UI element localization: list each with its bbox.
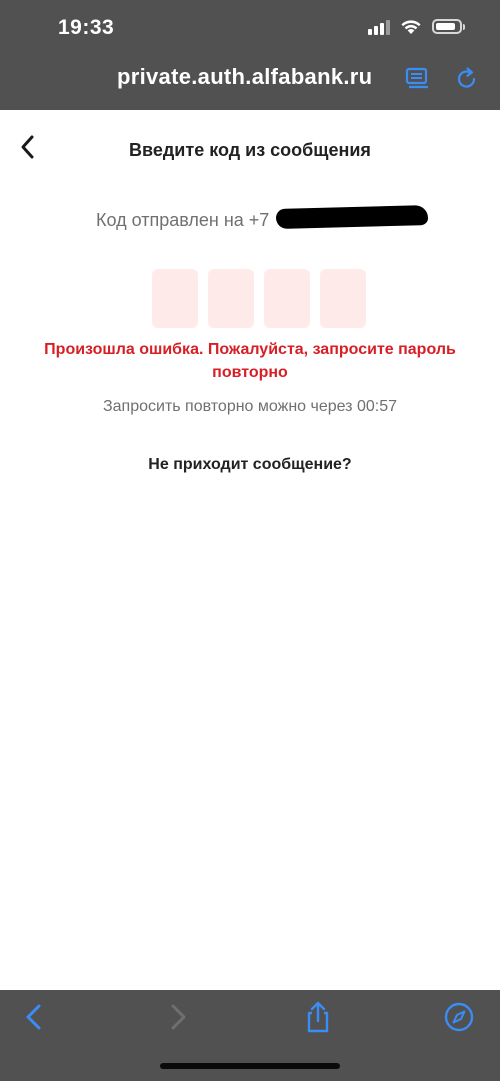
browser-top-bar: 19:33 private.auth.alfabank.ru (0, 0, 500, 110)
compass-icon[interactable] (442, 1000, 476, 1034)
status-time: 19:33 (58, 16, 115, 39)
home-indicator[interactable] (160, 1063, 340, 1069)
wifi-icon (401, 20, 421, 34)
reader-view-icon[interactable] (405, 66, 431, 92)
page-header: Введите код из сообщения (0, 130, 500, 170)
code-input-group (152, 269, 366, 328)
screen: 19:33 private.auth.alfabank.ru Введите к… (0, 0, 500, 1081)
battery-level (436, 23, 455, 30)
code-digit-4[interactable] (320, 269, 366, 328)
chevron-left-icon[interactable] (17, 1000, 51, 1034)
code-digit-1[interactable] (152, 269, 198, 328)
redacted-phone-number (275, 205, 429, 229)
chevron-right-icon[interactable] (161, 1000, 195, 1034)
code-digit-3[interactable] (264, 269, 310, 328)
code-sent-to-text: Код отправлен на +7 (96, 210, 270, 230)
code-digit-2[interactable] (208, 269, 254, 328)
no-message-link[interactable]: Не приходит сообщение? (0, 456, 500, 474)
status-icons (368, 18, 465, 35)
url-address[interactable]: private.auth.alfabank.ru (117, 64, 372, 90)
reload-icon[interactable] (454, 66, 480, 92)
resend-timer-text: Запросить повторно можно через 00:57 (102, 398, 397, 415)
page-title: Введите код из сообщения (129, 140, 371, 160)
cellular-signal-icon (368, 19, 390, 35)
error-message: Произошла ошибка. Пожалуйста, запросите … (44, 341, 456, 381)
share-icon[interactable] (301, 1000, 335, 1034)
battery-icon (432, 19, 465, 34)
